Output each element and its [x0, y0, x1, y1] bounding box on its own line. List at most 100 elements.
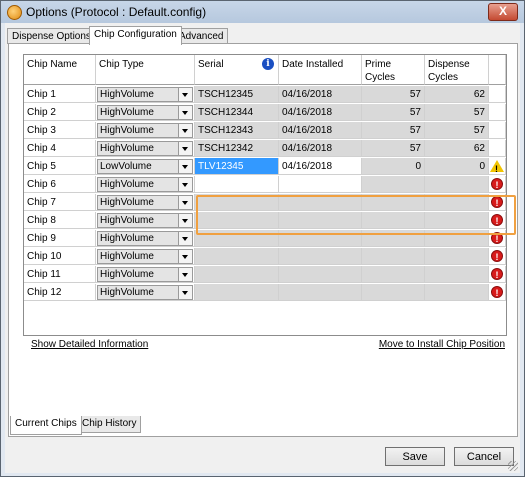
- tab-dispense-options[interactable]: Dispense Options: [7, 28, 96, 44]
- serial-cell[interactable]: TSCH12344: [195, 104, 279, 121]
- date-installed-cell[interactable]: 04/16/2018: [279, 122, 362, 139]
- dropdown-arrow-icon[interactable]: [178, 142, 192, 155]
- tab-chip-history[interactable]: Chip History: [77, 416, 142, 433]
- date-installed-cell[interactable]: 04/16/2018: [279, 86, 362, 103]
- chip-type-cell[interactable]: HighVolume: [96, 266, 195, 283]
- table-row[interactable]: Chip 7 HighVolume!: [24, 194, 506, 212]
- table-row[interactable]: Chip 2 HighVolume TSCH12344 04/16/2018 57 57: [24, 104, 506, 122]
- serial-cell[interactable]: TSCH12342: [195, 140, 279, 157]
- date-installed-cell[interactable]: [279, 266, 362, 283]
- dropdown-arrow-icon[interactable]: [178, 124, 192, 137]
- options-window: Options (Protocol : Default.config) X Di…: [0, 0, 525, 477]
- dropdown-arrow-icon[interactable]: [178, 160, 192, 173]
- column-header-dispense-cycles[interactable]: Dispense Cycles: [425, 55, 489, 85]
- serial-cell[interactable]: [195, 230, 279, 247]
- chip-type-dropdown[interactable]: HighVolume: [97, 141, 193, 156]
- serial-cell[interactable]: [195, 176, 279, 193]
- table-row[interactable]: Chip 9 HighVolume!: [24, 230, 506, 248]
- dropdown-arrow-icon[interactable]: [178, 196, 192, 209]
- table-row[interactable]: Chip 3 HighVolume TSCH12343 04/16/2018 57 57: [24, 122, 506, 140]
- serial-cell[interactable]: [195, 248, 279, 265]
- table-row[interactable]: Chip 11 HighVolume!: [24, 266, 506, 284]
- save-button[interactable]: Save: [385, 447, 445, 466]
- serial-cell[interactable]: [195, 266, 279, 283]
- serial-cell[interactable]: TLV12345: [195, 158, 279, 175]
- serial-cell[interactable]: TSCH12345: [195, 86, 279, 103]
- tab-current-chips[interactable]: Current Chips: [10, 416, 82, 435]
- dropdown-arrow-icon[interactable]: [178, 178, 192, 191]
- column-header-chip-type[interactable]: Chip Type: [96, 55, 195, 85]
- chip-type-dropdown[interactable]: HighVolume: [97, 213, 193, 228]
- show-detailed-information-link[interactable]: Show Detailed Information: [31, 339, 148, 350]
- chip-type-dropdown[interactable]: HighVolume: [97, 267, 193, 282]
- chip-type-value: HighVolume: [100, 107, 154, 118]
- date-installed-cell[interactable]: [279, 194, 362, 211]
- table-row[interactable]: Chip 8 HighVolume!: [24, 212, 506, 230]
- serial-cell[interactable]: TSCH12343: [195, 122, 279, 139]
- date-installed-cell[interactable]: 04/16/2018: [279, 104, 362, 121]
- info-icon[interactable]: i: [262, 58, 274, 70]
- column-header-date-installed[interactable]: Date Installed: [279, 55, 362, 85]
- chip-type-cell[interactable]: HighVolume: [96, 122, 195, 139]
- date-installed-cell[interactable]: [279, 230, 362, 247]
- date-installed-cell[interactable]: 04/16/2018: [279, 158, 362, 175]
- chip-type-dropdown[interactable]: HighVolume: [97, 123, 193, 138]
- chip-type-cell[interactable]: HighVolume: [96, 86, 195, 103]
- prime-cycles-cell: [362, 230, 425, 247]
- status-cell: [489, 158, 506, 175]
- chip-type-dropdown[interactable]: HighVolume: [97, 195, 193, 210]
- table-row[interactable]: Chip 1 HighVolume TSCH12345 04/16/2018 57 62: [24, 86, 506, 104]
- chip-type-dropdown[interactable]: LowVolume: [97, 159, 193, 174]
- chip-type-cell[interactable]: HighVolume: [96, 212, 195, 229]
- tab-chip-configuration[interactable]: Chip Configuration: [89, 26, 182, 45]
- dropdown-arrow-icon[interactable]: [178, 268, 192, 281]
- dropdown-arrow-icon[interactable]: [178, 250, 192, 263]
- chip-type-cell[interactable]: HighVolume: [96, 140, 195, 157]
- table-row[interactable]: Chip 10 HighVolume!: [24, 248, 506, 266]
- date-installed-cell[interactable]: [279, 248, 362, 265]
- table-row[interactable]: Chip 4 HighVolume TSCH12342 04/16/2018 57 62: [24, 140, 506, 158]
- dropdown-arrow-icon[interactable]: [178, 214, 192, 227]
- column-header-serial[interactable]: Serial i: [195, 55, 279, 85]
- move-to-install-chip-position-link[interactable]: Move to Install Chip Position: [379, 339, 505, 350]
- close-button[interactable]: X: [488, 3, 518, 21]
- prime-cycles-cell: 57: [362, 122, 425, 139]
- chip-type-dropdown[interactable]: HighVolume: [97, 231, 193, 246]
- dropdown-arrow-icon[interactable]: [178, 106, 192, 119]
- serial-cell[interactable]: [195, 212, 279, 229]
- chip-type-cell[interactable]: HighVolume: [96, 176, 195, 193]
- table-row[interactable]: Chip 12 HighVolume!: [24, 284, 506, 302]
- table-row[interactable]: Chip 5 LowVolume TLV12345 04/16/2018 0 0: [24, 158, 506, 176]
- date-installed-cell[interactable]: [279, 284, 362, 301]
- date-installed-cell[interactable]: [279, 176, 362, 193]
- chip-type-dropdown[interactable]: HighVolume: [97, 87, 193, 102]
- title-bar[interactable]: Options (Protocol : Default.config) X: [1, 1, 524, 23]
- chip-type-cell[interactable]: HighVolume: [96, 248, 195, 265]
- date-installed-cell[interactable]: 04/16/2018: [279, 140, 362, 157]
- prime-cycles-cell: 57: [362, 86, 425, 103]
- resize-grip[interactable]: [508, 461, 518, 471]
- chip-type-cell[interactable]: HighVolume: [96, 230, 195, 247]
- column-header-chip-name[interactable]: Chip Name: [24, 55, 96, 85]
- chip-type-cell[interactable]: HighVolume: [96, 104, 195, 121]
- chip-name-cell: Chip 7: [24, 194, 96, 211]
- date-installed-cell[interactable]: [279, 212, 362, 229]
- serial-cell[interactable]: [195, 194, 279, 211]
- tab-advanced[interactable]: Advanced: [174, 28, 229, 44]
- chip-type-value: HighVolume: [100, 143, 154, 154]
- dropdown-arrow-icon[interactable]: [178, 286, 192, 299]
- dropdown-arrow-icon[interactable]: [178, 88, 192, 101]
- chip-type-cell[interactable]: HighVolume: [96, 194, 195, 211]
- chip-type-dropdown[interactable]: HighVolume: [97, 105, 193, 120]
- chip-name-cell: Chip 9: [24, 230, 96, 247]
- chip-type-cell[interactable]: HighVolume: [96, 284, 195, 301]
- chip-type-cell[interactable]: LowVolume: [96, 158, 195, 175]
- chip-type-dropdown[interactable]: HighVolume: [97, 249, 193, 264]
- serial-cell[interactable]: [195, 284, 279, 301]
- cancel-button[interactable]: Cancel: [454, 447, 514, 466]
- chip-type-dropdown[interactable]: HighVolume: [97, 177, 193, 192]
- table-row[interactable]: Chip 6 HighVolume!: [24, 176, 506, 194]
- chip-type-dropdown[interactable]: HighVolume: [97, 285, 193, 300]
- dropdown-arrow-icon[interactable]: [178, 232, 192, 245]
- column-header-prime-cycles[interactable]: Prime Cycles: [362, 55, 425, 85]
